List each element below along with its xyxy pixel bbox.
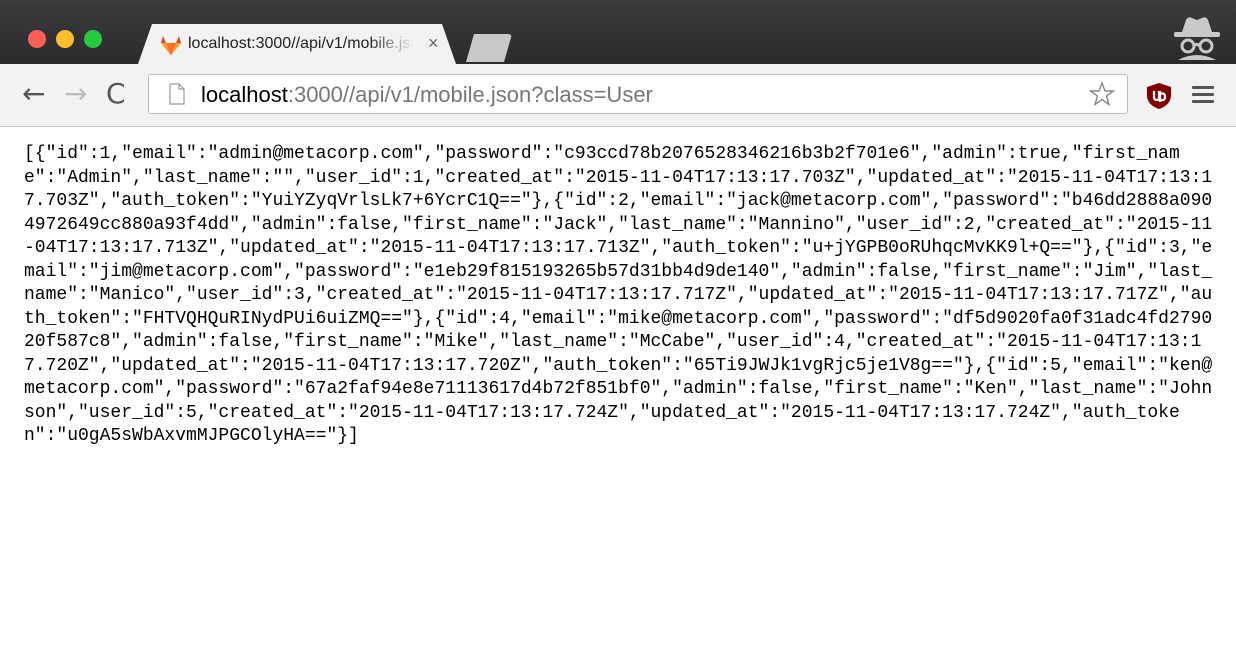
incognito-icon <box>1174 17 1220 60</box>
zoom-window-button[interactable] <box>84 30 102 48</box>
url-path: :3000//api/v1/mobile.json?class=User <box>287 82 653 107</box>
url-text[interactable]: localhost:3000//api/v1/mobile.json?class… <box>201 82 653 108</box>
gitlab-fox-icon <box>160 35 182 55</box>
hamburger-menu-icon[interactable] <box>1192 86 1214 104</box>
url-host: localhost <box>201 82 288 107</box>
page-icon <box>169 83 185 105</box>
active-tab[interactable]: localhost:3000//api/v1/mobile.json?class… <box>138 24 456 64</box>
forward-button[interactable]: → <box>64 80 87 108</box>
new-tab-button[interactable] <box>466 34 512 62</box>
close-window-button[interactable] <box>28 30 46 48</box>
minimize-window-button[interactable] <box>56 30 74 48</box>
address-bar[interactable]: localhost:3000//api/v1/mobile.json?class… <box>148 74 1128 114</box>
reload-button[interactable]: C <box>106 80 126 108</box>
back-button[interactable]: ← <box>22 80 45 108</box>
window-controls <box>28 30 102 48</box>
json-response-text: [{"id":1,"email":"admin@metacorp.com","p… <box>24 144 1213 446</box>
browser-toolbar: ← → C localhost:3000//api/v1/mobile.json… <box>0 64 1236 127</box>
browser-titlebar: localhost:3000//api/v1/mobile.json?class… <box>0 0 1236 64</box>
bookmark-star-icon[interactable] <box>1089 81 1115 107</box>
page-content: [{"id":1,"email":"admin@metacorp.com","p… <box>0 127 1236 449</box>
tab-title: localhost:3000//api/v1/mobile.json?class… <box>188 35 414 52</box>
ublock-origin-icon[interactable] <box>1146 82 1172 110</box>
close-tab-icon[interactable]: × <box>428 33 439 54</box>
